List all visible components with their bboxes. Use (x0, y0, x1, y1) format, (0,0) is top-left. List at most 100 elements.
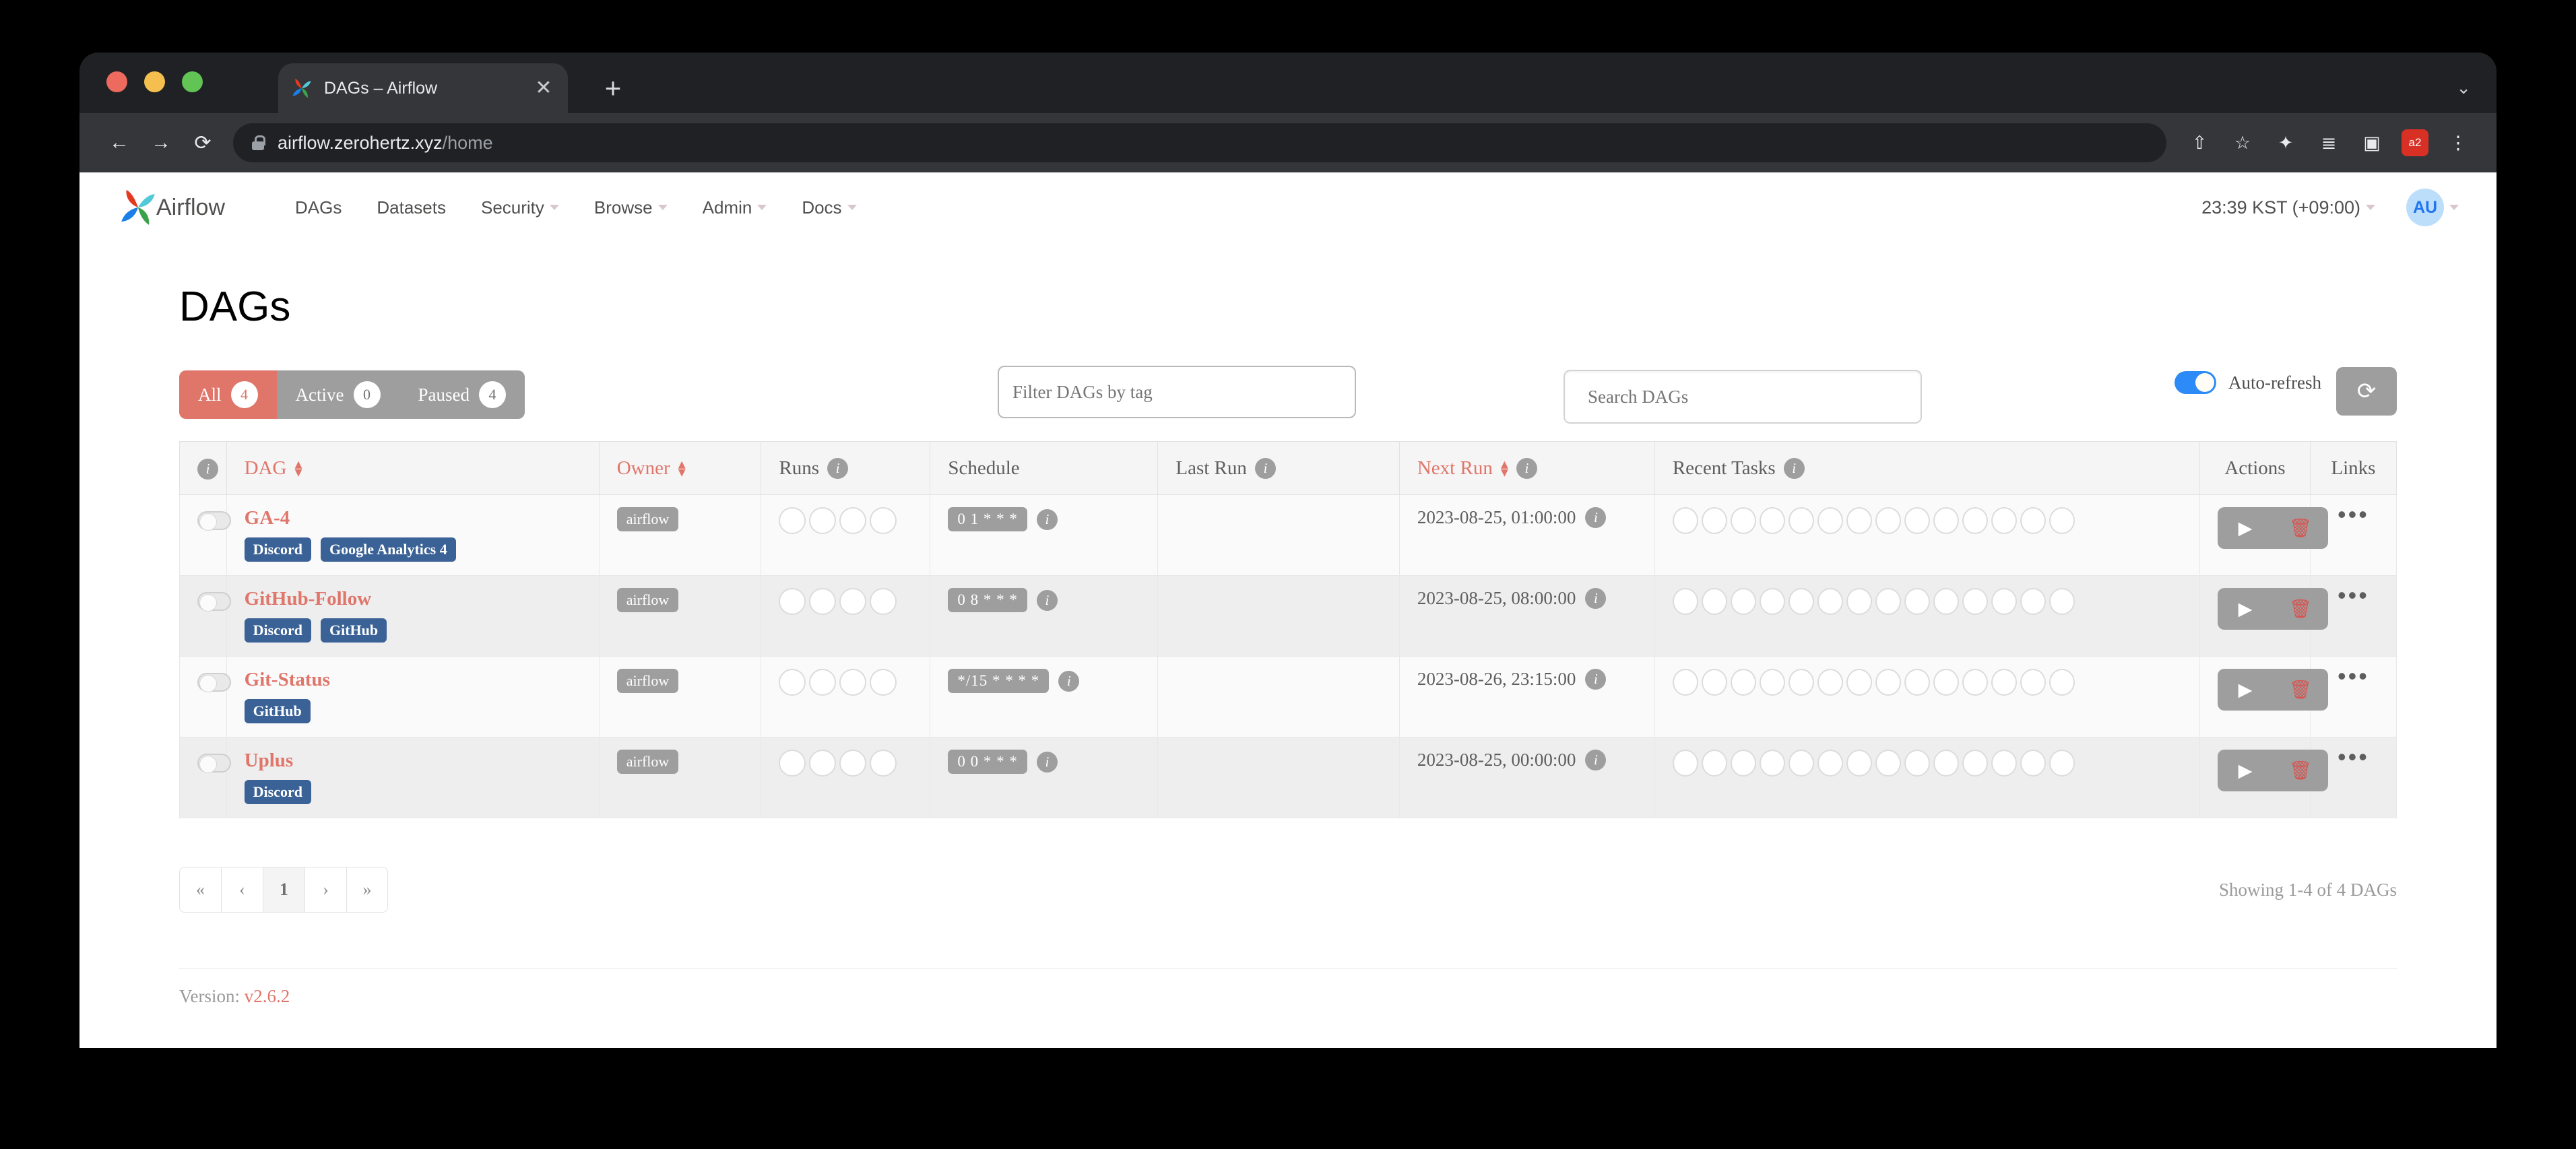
task-status-circle[interactable] (1730, 588, 1756, 615)
info-icon[interactable]: i (1585, 750, 1607, 770)
task-status-circle[interactable] (1730, 750, 1756, 777)
links-more-icon[interactable]: ••• (2328, 745, 2379, 768)
info-icon[interactable]: i (1783, 457, 1805, 479)
browser-tab[interactable]: DAGs – Airflow ✕ (278, 63, 568, 113)
pagination-next-button[interactable]: › (304, 867, 346, 913)
minimize-window-button[interactable] (144, 71, 165, 92)
forward-icon[interactable]: → (140, 131, 182, 154)
task-status-circle[interactable] (1933, 669, 1959, 696)
dag-tag[interactable]: Discord (244, 537, 311, 562)
task-status-circle[interactable] (1672, 669, 1698, 696)
task-status-circle[interactable] (1672, 750, 1698, 777)
run-status-circle[interactable] (839, 669, 867, 696)
task-status-circle[interactable] (1846, 507, 1872, 534)
reload-icon[interactable]: ⟳ (182, 131, 224, 155)
refresh-button[interactable]: ⟳ (2336, 367, 2397, 416)
task-status-circle[interactable] (1904, 588, 1930, 615)
nav-item-security[interactable]: Security (463, 197, 577, 218)
trigger-dag-button[interactable]: ▶ (2218, 669, 2273, 711)
nav-item-dags[interactable]: DAGs (278, 197, 359, 218)
pagination-first-button[interactable]: « (179, 867, 221, 913)
extensions-puzzle-icon[interactable]: ✦ (2266, 133, 2305, 154)
col-header-owner[interactable]: Owner ▴ ▾ (598, 441, 762, 495)
nav-item-datasets[interactable]: Datasets (359, 197, 463, 218)
task-status-circle[interactable] (1672, 588, 1698, 615)
run-status-circle[interactable] (870, 669, 897, 696)
back-icon[interactable]: ← (98, 131, 140, 154)
info-icon[interactable]: i (827, 457, 849, 479)
task-status-circle[interactable] (1991, 588, 2017, 615)
dag-tag[interactable]: Discord (244, 618, 311, 643)
dag-tag[interactable]: Discord (244, 780, 311, 804)
dag-name-link[interactable]: GitHub-Follow (245, 588, 581, 610)
schedule-badge[interactable]: 0 0 * * * (948, 750, 1027, 774)
dag-tag[interactable]: GitHub (320, 618, 387, 643)
run-status-circle[interactable] (779, 750, 806, 777)
share-icon[interactable]: ⇧ (2180, 133, 2219, 154)
task-status-circle[interactable] (1904, 507, 1930, 534)
pagination-prev-button[interactable]: ‹ (221, 867, 263, 913)
close-tab-icon[interactable]: ✕ (532, 78, 556, 98)
task-status-circle[interactable] (1788, 507, 1814, 534)
version-link[interactable]: v2.6.2 (245, 986, 290, 1006)
task-status-circle[interactable] (1759, 588, 1785, 615)
task-status-circle[interactable] (1991, 750, 2017, 777)
task-status-circle[interactable] (2020, 669, 2046, 696)
filter-all-button[interactable]: All 4 (179, 370, 277, 419)
info-icon[interactable]: i (1585, 669, 1607, 690)
task-status-circle[interactable] (1817, 669, 1843, 696)
task-status-circle[interactable] (1730, 669, 1756, 696)
auto-refresh-toggle[interactable] (2175, 371, 2217, 394)
run-status-circle[interactable] (809, 750, 837, 777)
task-status-circle[interactable] (1875, 507, 1901, 534)
delete-dag-button[interactable]: 🗑 (2273, 507, 2328, 549)
col-header-next-run[interactable]: Next Run ▴ ▾ i (1398, 441, 1655, 495)
sort-icon[interactable]: ▴ ▾ (1501, 456, 1508, 479)
sort-icon[interactable]: ▴ ▾ (294, 456, 302, 479)
dag-name-link[interactable]: Uplus (245, 750, 581, 772)
airflow-logo[interactable]: Airflow (117, 187, 225, 228)
task-status-circle[interactable] (1846, 669, 1872, 696)
info-icon[interactable]: i (1036, 751, 1058, 773)
task-status-circle[interactable] (1759, 507, 1785, 534)
side-panel-icon[interactable]: ▣ (2352, 133, 2391, 154)
filter-tag-input[interactable] (998, 366, 1356, 418)
task-status-circle[interactable] (1962, 507, 1988, 534)
run-status-circle[interactable] (870, 588, 897, 615)
run-status-circle[interactable] (809, 588, 837, 615)
task-status-circle[interactable] (1933, 507, 1959, 534)
info-icon[interactable]: i (1254, 457, 1276, 479)
run-status-circle[interactable] (809, 507, 837, 534)
task-status-circle[interactable] (1701, 750, 1727, 777)
task-status-circle[interactable] (1962, 588, 1988, 615)
task-status-circle[interactable] (1672, 507, 1698, 534)
task-status-circle[interactable] (1933, 588, 1959, 615)
timezone-selector[interactable]: 23:39 KST (+09:00) (2201, 197, 2375, 218)
owner-badge[interactable]: airflow (616, 507, 679, 531)
task-status-circle[interactable] (1933, 750, 1959, 777)
links-more-icon[interactable]: ••• (2328, 583, 2379, 607)
trigger-dag-button[interactable]: ▶ (2218, 588, 2273, 630)
schedule-badge[interactable]: 0 8 * * * (948, 588, 1027, 612)
info-icon[interactable]: i (1585, 507, 1607, 528)
run-status-circle[interactable] (779, 669, 806, 696)
dag-name-link[interactable]: Git-Status (245, 669, 581, 691)
dag-tag[interactable]: GitHub (244, 699, 311, 723)
task-status-circle[interactable] (1759, 669, 1785, 696)
task-status-circle[interactable] (1817, 507, 1843, 534)
run-status-circle[interactable] (839, 750, 867, 777)
task-status-circle[interactable] (1875, 588, 1901, 615)
schedule-badge[interactable]: */15 * * * * (948, 669, 1050, 693)
info-icon[interactable]: i (1036, 508, 1058, 530)
info-icon[interactable]: i (197, 459, 218, 480)
trigger-dag-button[interactable]: ▶ (2218, 507, 2273, 549)
task-status-circle[interactable] (2049, 588, 2075, 615)
reading-list-icon[interactable]: ≣ (2309, 133, 2348, 154)
delete-dag-button[interactable]: 🗑 (2273, 750, 2328, 791)
dag-pause-toggle[interactable] (197, 511, 231, 531)
task-status-circle[interactable] (1962, 669, 1988, 696)
pagination-page-1[interactable]: 1 (263, 867, 304, 913)
owner-badge[interactable]: airflow (616, 669, 679, 693)
extension-badge[interactable]: a2 (2402, 129, 2428, 156)
task-status-circle[interactable] (1788, 588, 1814, 615)
